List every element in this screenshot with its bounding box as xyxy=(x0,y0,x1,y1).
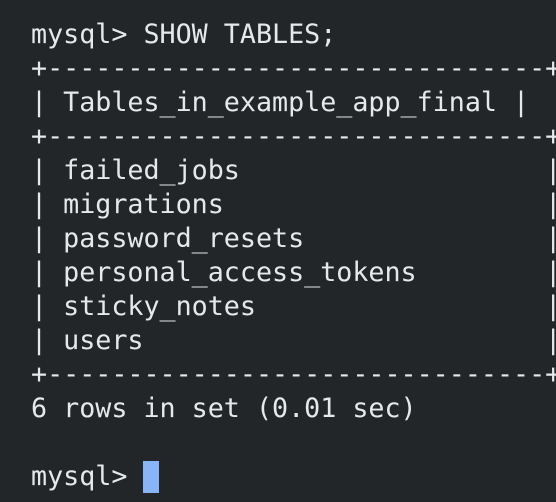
table-row: | failed_jobs | xyxy=(31,155,556,186)
table-row: | migrations | xyxy=(31,189,556,220)
table-border-mid: +-------------------------------+ xyxy=(31,121,556,152)
prompt-line[interactable]: mysql> xyxy=(31,460,556,494)
result-summary: 6 rows in set (0.01 sec) xyxy=(31,393,417,424)
table-border-top: +-------------------------------+ xyxy=(31,53,556,84)
table-row: | personal_access_tokens | xyxy=(31,257,556,288)
command-line: mysql> SHOW TABLES; xyxy=(31,19,337,50)
prompt-text: mysql> xyxy=(31,461,144,492)
text-cursor xyxy=(143,461,160,493)
table-row: | sticky_notes | xyxy=(31,291,556,322)
table-row: | users | xyxy=(31,325,556,356)
terminal-window[interactable]: mysql> SHOW TABLES; +-------------------… xyxy=(0,0,556,502)
table-row: | password_resets | xyxy=(31,223,556,254)
table-header-row: | Tables_in_example_app_final | xyxy=(31,87,530,118)
table-border-bottom: +-------------------------------+ xyxy=(31,359,556,390)
